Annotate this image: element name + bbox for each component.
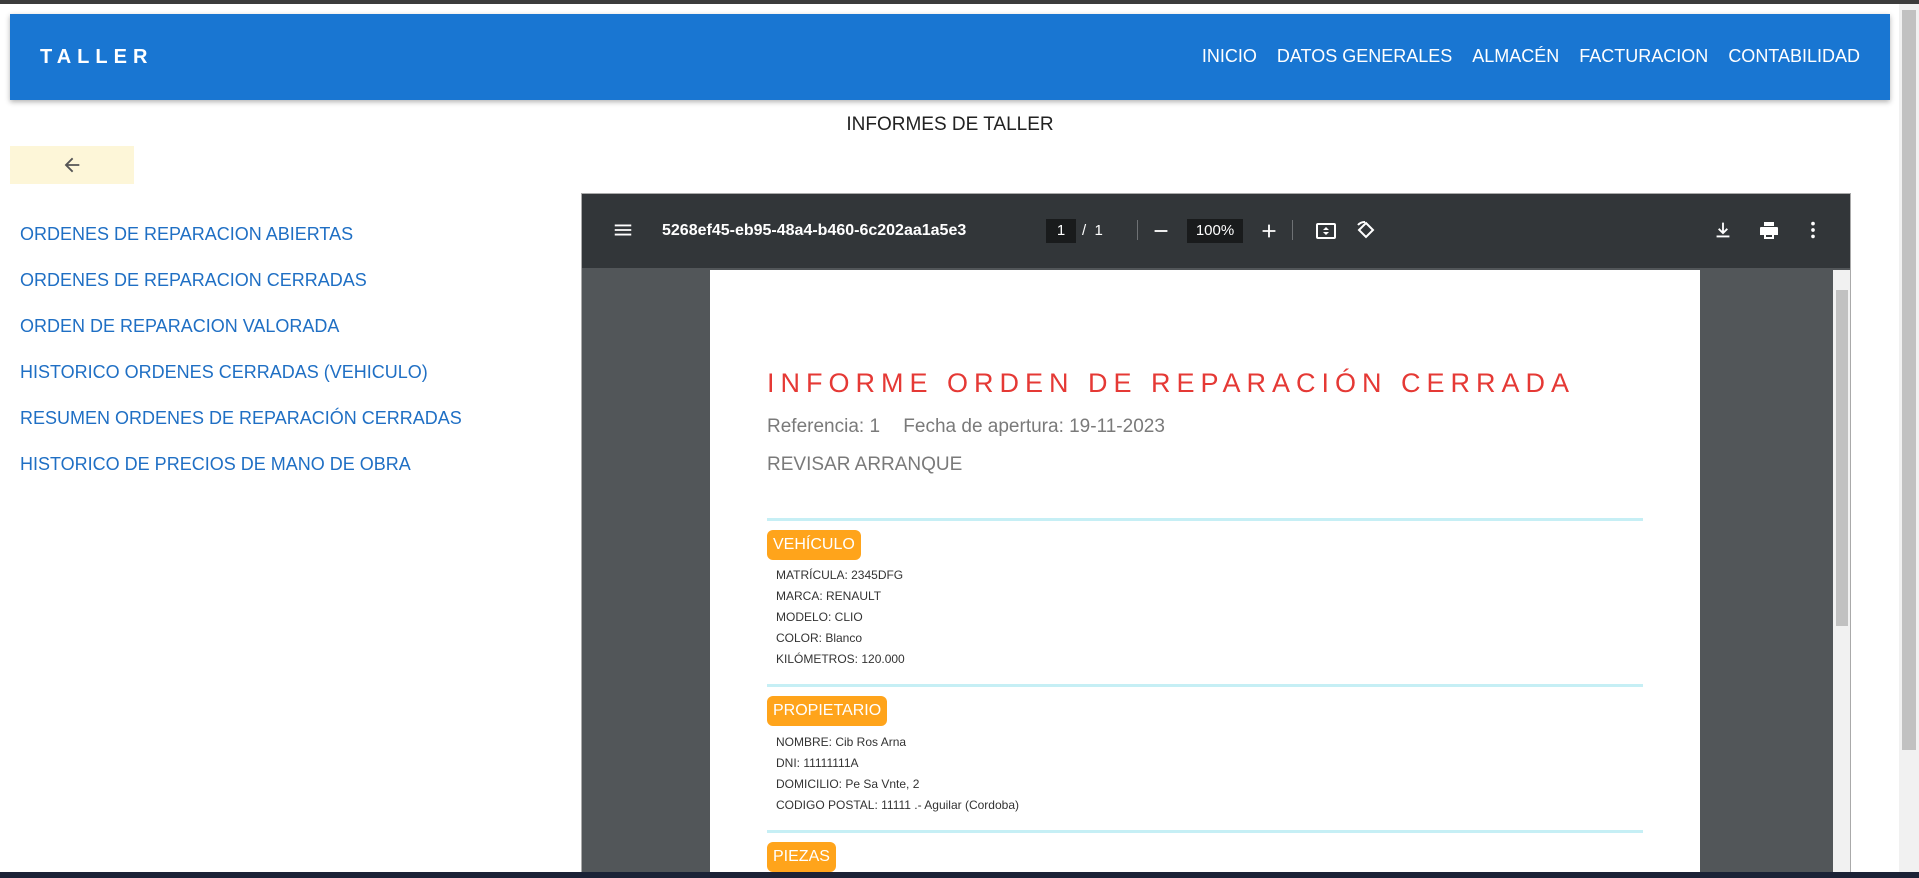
page-title: INFORMES DE TALLER: [846, 114, 1054, 135]
field-dni: DNI: 11111111A: [776, 756, 859, 770]
menu-item-resumen-cerradas[interactable]: RESUMEN ORDENES DE REPARACIÓN CERRADAS: [20, 408, 462, 454]
field-modelo: MODELO: CLIO: [776, 610, 863, 624]
menu-item-ordenes-cerradas[interactable]: ORDENES DE REPARACION CERRADAS: [20, 270, 462, 316]
vehiculo-fields: MATRÍCULA: 2345DFG MARCA: RENAULT MODELO…: [776, 568, 905, 673]
doc-subtitle: REVISAR ARRANQUE: [767, 454, 963, 475]
pdf-toolbar: 5268ef45-eb95-48a4-b460-6c202aa1a5e3 1 /…: [582, 194, 1850, 268]
print-icon[interactable]: [1757, 219, 1781, 243]
field-nombre: NOMBRE: Cib Ros Arna: [776, 735, 907, 749]
section-divider: [767, 830, 1643, 833]
section-divider: [767, 684, 1643, 687]
hamburger-menu-icon[interactable]: [612, 219, 634, 241]
fit-page-icon[interactable]: [1314, 219, 1338, 243]
pdf-page: INFORME ORDEN DE REPARACIÓN CERRADA Refe…: [710, 270, 1700, 872]
field-domicilio: DOMICILIO: Pe Sa Vnte, 2: [776, 777, 920, 791]
menu-item-orden-valorada[interactable]: ORDEN DE REPARACION VALORADA: [20, 316, 462, 362]
page-count: / 1: [1082, 222, 1103, 239]
pdf-scrollbar[interactable]: [1833, 270, 1850, 872]
doc-meta: Referencia: 1 Fecha de apertura: 19-11-2…: [767, 416, 1183, 438]
pdf-viewer: 5268ef45-eb95-48a4-b460-6c202aa1a5e3 1 /…: [581, 193, 1851, 873]
nav-link-contabilidad[interactable]: CONTABILIDAD: [1728, 46, 1860, 67]
top-navbar: TALLER INICIO DATOS GENERALES ALMACÉN FA…: [10, 14, 1890, 100]
pdf-filename: 5268ef45-eb95-48a4-b460-6c202aa1a5e3: [662, 222, 967, 239]
more-vert-icon[interactable]: [1802, 219, 1824, 241]
rotate-icon[interactable]: [1354, 219, 1378, 243]
section-badge-propietario: PROPIETARIO: [767, 696, 888, 726]
page-scrollbar-thumb[interactable]: [1902, 10, 1916, 750]
page-scrollbar[interactable]: [1899, 4, 1919, 872]
field-color: COLOR: Blanco: [776, 631, 863, 645]
toolbar-divider: [1292, 220, 1293, 240]
section-badge-vehiculo: VEHÍCULO: [767, 530, 861, 560]
zoom-input[interactable]: 100%: [1187, 219, 1243, 243]
window-top-border: [0, 0, 1919, 4]
nav-links: INICIO DATOS GENERALES ALMACÉN FACTURACI…: [1202, 46, 1860, 67]
doc-title: INFORME ORDEN DE REPARACIÓN CERRADA: [767, 368, 1576, 398]
download-icon[interactable]: [1712, 219, 1734, 241]
field-matricula: MATRÍCULA: 2345DFG: [776, 568, 904, 582]
doc-referencia: Referencia: 1: [767, 416, 881, 437]
arrow-left-icon: [64, 157, 80, 173]
field-kilometros: KILÓMETROS: 120.000: [776, 652, 905, 666]
propietario-fields: NOMBRE: Cib Ros Arna DNI: 11111111A DOMI…: [776, 735, 1019, 819]
nav-link-datos-generales[interactable]: DATOS GENERALES: [1277, 46, 1452, 67]
pdf-scrollbar-thumb[interactable]: [1836, 290, 1848, 626]
page-total: 1: [1094, 222, 1103, 239]
menu-item-historico-precios[interactable]: HISTORICO DE PRECIOS DE MANO DE OBRA: [20, 454, 462, 500]
field-marca: MARCA: RENAULT: [776, 589, 882, 603]
toolbar-divider: [1137, 220, 1138, 240]
brand-title[interactable]: TALLER: [40, 46, 153, 69]
page-separator: /: [1082, 222, 1087, 239]
nav-link-almacen[interactable]: ALMACÉN: [1472, 46, 1559, 67]
nav-link-inicio[interactable]: INICIO: [1202, 46, 1257, 67]
back-button[interactable]: [10, 146, 134, 184]
window-bottom-border: [0, 872, 1919, 878]
plus-icon[interactable]: [1258, 220, 1280, 242]
field-codigo-postal: CODIGO POSTAL: 11111 .- Aguilar (Cordoba…: [776, 798, 1019, 812]
page-number-input[interactable]: 1: [1046, 219, 1076, 243]
section-badge-piezas: PIEZAS: [767, 842, 836, 872]
menu-item-historico-vehiculo[interactable]: HISTORICO ORDENES CERRADAS (VEHICULO): [20, 362, 462, 408]
section-divider: [767, 518, 1643, 521]
menu-item-ordenes-abiertas[interactable]: ORDENES DE REPARACION ABIERTAS: [20, 224, 462, 270]
doc-fecha: Fecha de apertura: 19-11-2023: [903, 416, 1165, 437]
reports-menu: ORDENES DE REPARACION ABIERTAS ORDENES D…: [20, 224, 462, 500]
nav-link-facturacion[interactable]: FACTURACION: [1579, 46, 1708, 67]
minus-icon[interactable]: [1150, 220, 1172, 242]
